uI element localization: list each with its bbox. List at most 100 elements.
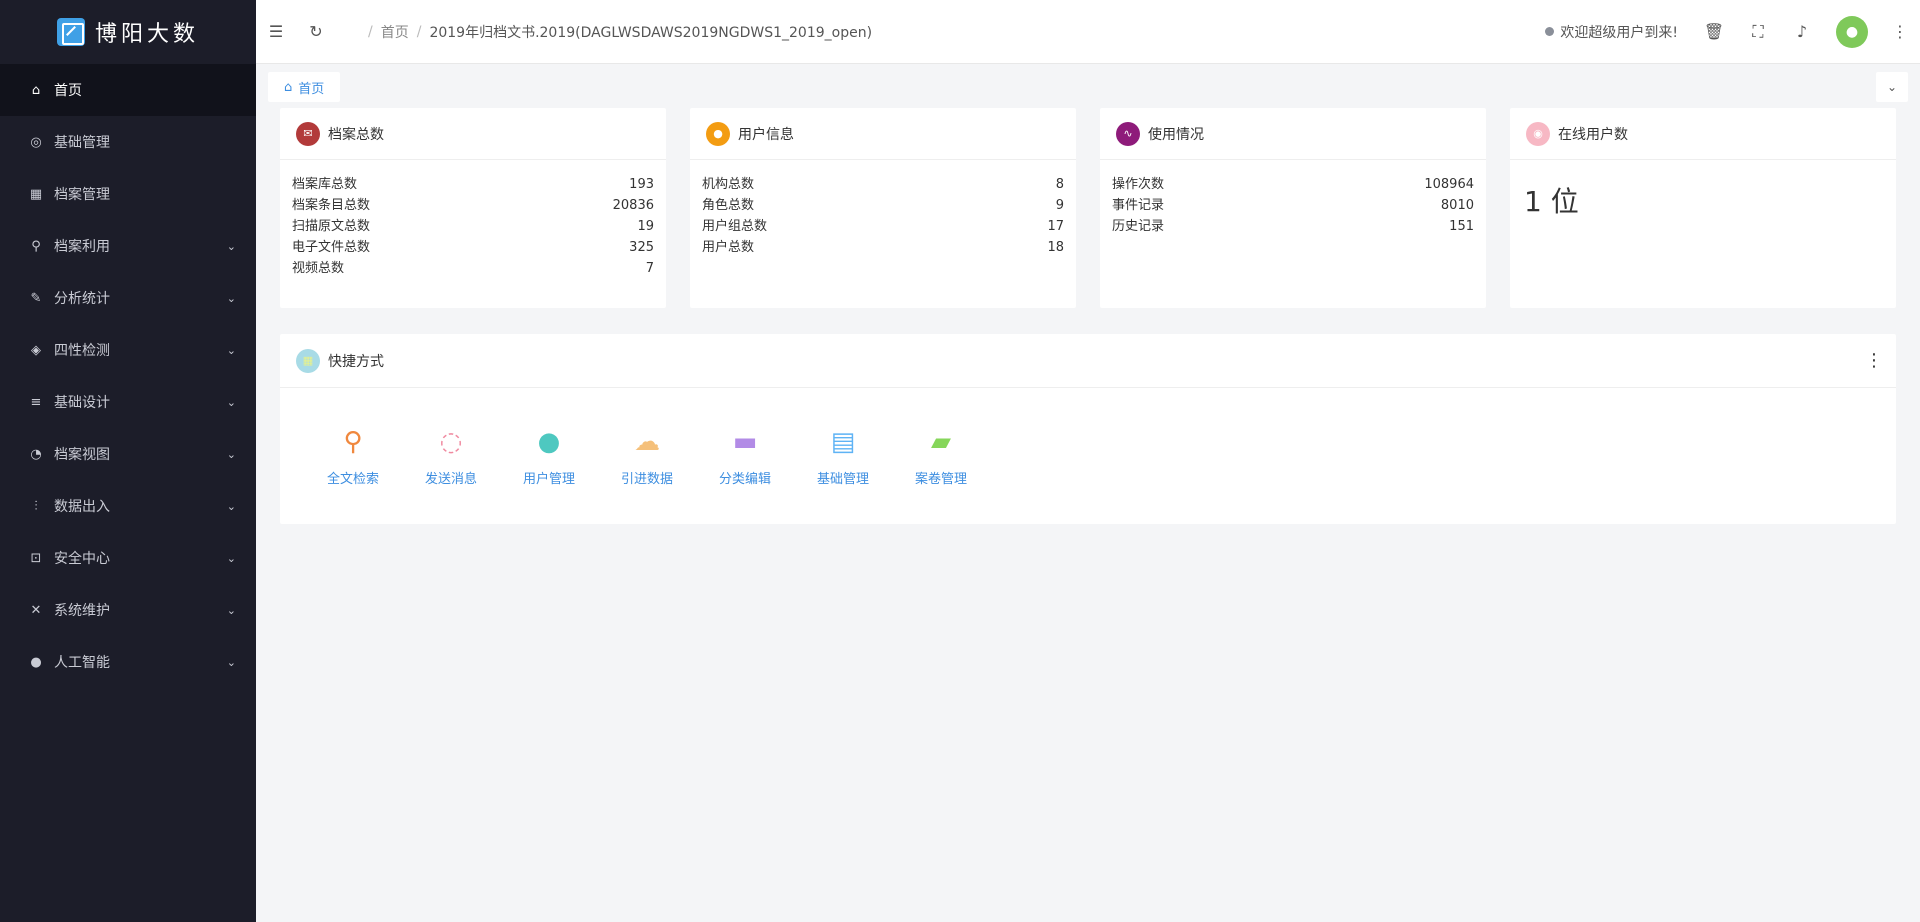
quick-link-label: 案卷管理: [914, 472, 967, 487]
stat-row: 用户组总数 17: [702, 216, 1064, 237]
document-icon: ▤: [830, 427, 856, 457]
breadcrumb-separator: /: [416, 23, 422, 40]
breadcrumb-home[interactable]: 首页: [381, 22, 409, 42]
breadcrumb-current: 2019年归档文书.2019(DAGLWSDAWS2019NGDWS1_2019…: [429, 24, 873, 41]
more-menu-icon[interactable]: ⋮: [1880, 0, 1920, 64]
stat-label: 用户总数: [702, 240, 755, 255]
stat-row: 电子文件总数 325: [292, 237, 654, 258]
sidebar-item[interactable]: ⊡ 安全中心 ⌄: [0, 532, 256, 584]
quick-link[interactable]: ▤ 基础管理: [794, 426, 892, 487]
stat-label: 事件记录: [1112, 198, 1165, 213]
lock-icon: ⊡: [30, 550, 42, 566]
edit-icon: ✎: [30, 290, 42, 306]
stat-row: 视频总数 7: [292, 258, 654, 279]
stat-row: 机构总数 8: [702, 174, 1064, 195]
quick-links-panel: ▦ 快捷方式 ⋮ ⚲ 全文检索 ◌ 发送消息 ● 用户管理 ☁ 引进数据 ▬ 分类编辑 ▤ 基础管理 ▰…: [280, 334, 1896, 524]
card-header: ∿ 使用情况: [1100, 108, 1486, 160]
stat-value: 9: [1055, 198, 1064, 213]
quick-link[interactable]: ▰ 案卷管理: [892, 426, 990, 487]
sidebar-menu: ⌂ 首页 ◎ 基础管理 ▦ 档案管理 ⚲ 档案利用 ⌄ ✎ 分析统计 ⌄ ◈ 四性检测 ⌄ ≡ 基础设计 ⌄ ◔ 档案…: [0, 64, 256, 688]
chevron-down-icon: ⌄: [226, 603, 236, 617]
card-title: 档案总数: [328, 126, 384, 143]
sidebar-item-label: 档案视图: [54, 447, 110, 463]
tools-icon: ✕: [30, 602, 42, 618]
quick-link[interactable]: ▬ 分类编辑: [696, 426, 794, 487]
sidebar: 博阳大数 ⌂ 首页 ◎ 基础管理 ▦ 档案管理 ⚲ 档案利用 ⌄ ✎ 分析统计 ⌄ ◈ 四性检测 ⌄ ≡ 基础设…: [0, 0, 256, 922]
card-body: 操作次数 108964 事件记录 8010 历史记录 151: [1100, 160, 1486, 237]
bell-icon[interactable]: ♪: [1780, 0, 1824, 64]
card-body: 1 位: [1510, 160, 1896, 226]
quick-link-label: 分类编辑: [718, 472, 771, 487]
stat-row: 档案条目总数 20836: [292, 195, 654, 216]
quick-link[interactable]: ◌ 发送消息: [402, 426, 500, 487]
sidebar-item[interactable]: ● 人工智能 ⌄: [0, 636, 256, 688]
card-title: 用户信息: [738, 126, 794, 143]
stat-label: 机构总数: [702, 177, 755, 192]
quick-link-label: 发送消息: [424, 472, 477, 487]
sidebar-item[interactable]: ✎ 分析统计 ⌄: [0, 272, 256, 324]
online-card: ◉ 在线用户数 1 位: [1510, 108, 1896, 308]
sidebar-item[interactable]: ◈ 四性检测 ⌄: [0, 324, 256, 376]
stat-row: 操作次数 108964: [1112, 174, 1474, 195]
tab-label: 首页: [298, 81, 325, 97]
sidebar-item-label: 系统维护: [54, 603, 110, 619]
sidebar-item-label: 四性检测: [54, 343, 110, 359]
card-title: 使用情况: [1148, 126, 1204, 143]
card-header: ● 用户信息: [690, 108, 1076, 160]
collapse-menu-icon[interactable]: ☰: [256, 0, 296, 64]
quick-link[interactable]: ⚲ 全文检索: [304, 426, 402, 487]
sidebar-item-label: 数据出入: [54, 499, 110, 515]
stat-label: 操作次数: [1112, 177, 1165, 192]
trash-icon[interactable]: 🗑: [1692, 0, 1736, 64]
stat-value: 18: [1047, 240, 1064, 255]
tabs-dropdown-icon[interactable]: ⌄: [1876, 72, 1908, 102]
stat-value: 20836: [612, 198, 654, 213]
sidebar-item[interactable]: ▦ 档案管理: [0, 168, 256, 220]
stat-value: 8: [1055, 177, 1064, 192]
archive-box-icon: ✉: [296, 121, 320, 146]
chevron-down-icon: ⌄: [226, 343, 236, 357]
message-icon: ◌: [439, 427, 463, 457]
quick-link[interactable]: ● 用户管理: [500, 426, 598, 487]
stat-row: 历史记录 151: [1112, 216, 1474, 237]
chevron-down-icon: ⌄: [226, 395, 236, 409]
more-options-icon[interactable]: ⋮: [1852, 350, 1896, 371]
tab-home[interactable]: ⌂ 首页: [268, 72, 341, 102]
stat-row: 扫描原文总数 19: [292, 216, 654, 237]
card-title: 在线用户数: [1558, 126, 1628, 143]
sidebar-item-label: 首页: [54, 83, 82, 99]
dashboard-icon: ◔: [30, 446, 42, 462]
logo[interactable]: 博阳大数: [0, 0, 256, 64]
stat-value: 193: [629, 177, 654, 192]
sidebar-item-label: 基础管理: [54, 135, 110, 151]
quick-links-header: ▦ 快捷方式 ⋮: [280, 334, 1896, 388]
sidebar-item[interactable]: ⌂ 首页: [0, 64, 256, 116]
sidebar-item[interactable]: ◔ 档案视图 ⌄: [0, 428, 256, 480]
sliders-icon: ⫶: [34, 498, 38, 514]
user-icon: ●: [706, 121, 730, 146]
stat-value: 108964: [1424, 177, 1474, 192]
chevron-down-icon: ⌄: [226, 291, 236, 305]
sidebar-item[interactable]: ≡ 基础设计 ⌄: [0, 376, 256, 428]
stat-row: 档案库总数 193: [292, 174, 654, 195]
breadcrumb: / 首页 / 2019年归档文书.2019(DAGLWSDAWS2019NGDW…: [360, 22, 872, 42]
card-body: 机构总数 8 角色总数 9 用户组总数 17 用户总数 18: [690, 160, 1076, 258]
stat-row: 用户总数 18: [702, 237, 1064, 258]
avatar[interactable]: ●: [1836, 15, 1868, 48]
sidebar-item[interactable]: ✕ 系统维护 ⌄: [0, 584, 256, 636]
top-header: ☰ ↻ / 首页 / 2019年归档文书.2019(DAGLWSDAWS2019…: [256, 0, 1920, 64]
sidebar-item[interactable]: ◎ 基础管理: [0, 116, 256, 168]
search-icon: ⚲: [31, 238, 41, 254]
refresh-icon[interactable]: ↻: [296, 0, 336, 64]
chevron-down-icon: ⌄: [226, 551, 236, 565]
list-icon: ≡: [30, 394, 42, 410]
stat-label: 档案条目总数: [292, 198, 371, 213]
fullscreen-icon[interactable]: ⛶: [1736, 0, 1780, 64]
sidebar-item[interactable]: ⫶ 数据出入 ⌄: [0, 480, 256, 532]
stat-value: 17: [1047, 219, 1064, 234]
quick-link[interactable]: ☁ 引进数据: [598, 426, 696, 487]
sidebar-item[interactable]: ⚲ 档案利用 ⌄: [0, 220, 256, 272]
sidebar-item-label: 档案管理: [54, 187, 110, 203]
user-icon: ●: [537, 427, 561, 457]
app-name: 博阳大数: [94, 22, 199, 47]
